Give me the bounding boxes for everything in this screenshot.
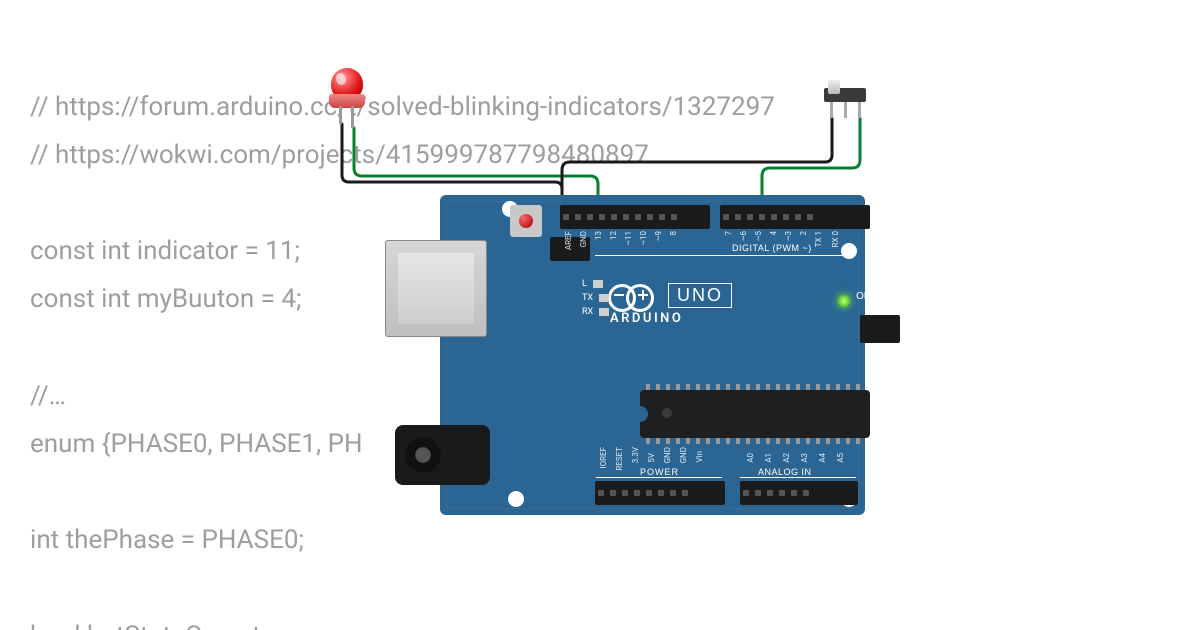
icsp-header-2 [860, 315, 900, 343]
mounting-hole [841, 243, 857, 259]
reset-button[interactable] [510, 205, 542, 237]
analog-label: ANALOG IN [758, 467, 812, 477]
arduino-logo: UNO [608, 283, 732, 308]
pcb: AREF GND 13 12 ~11 ~10 ~9 8 7 ~6 ~5 4 ~3… [440, 195, 865, 515]
brand-label: ARDUINO [610, 311, 683, 326]
digital-header-right[interactable] [720, 205, 870, 229]
power-led [838, 295, 850, 307]
model-label: UNO [668, 283, 732, 308]
wire-switch-gnd [562, 118, 832, 205]
infinity-icon [608, 284, 654, 308]
usb-port [385, 240, 487, 337]
mounting-hole [508, 491, 524, 507]
power-header[interactable] [595, 481, 725, 505]
led-anode [351, 106, 354, 128]
switch-knob[interactable] [828, 80, 840, 94]
led-cathode [339, 106, 342, 124]
digital-header-left[interactable] [560, 205, 710, 229]
atmega-chip [640, 390, 870, 438]
digital-label: DIGITAL (PWM ~) [732, 243, 812, 253]
analog-header[interactable] [740, 481, 858, 505]
arduino-uno-board[interactable]: AREF GND 13 12 ~11 ~10 ~9 8 7 ~6 ~5 4 ~3… [385, 195, 865, 535]
slide-switch[interactable] [820, 80, 870, 120]
dc-barrel-jack [395, 425, 490, 485]
power-label: POWER [640, 467, 679, 477]
on-label: ON [856, 291, 871, 302]
wire-led-gnd [342, 124, 562, 205]
led-component[interactable] [325, 68, 369, 123]
status-leds: L TX RX [582, 277, 609, 319]
